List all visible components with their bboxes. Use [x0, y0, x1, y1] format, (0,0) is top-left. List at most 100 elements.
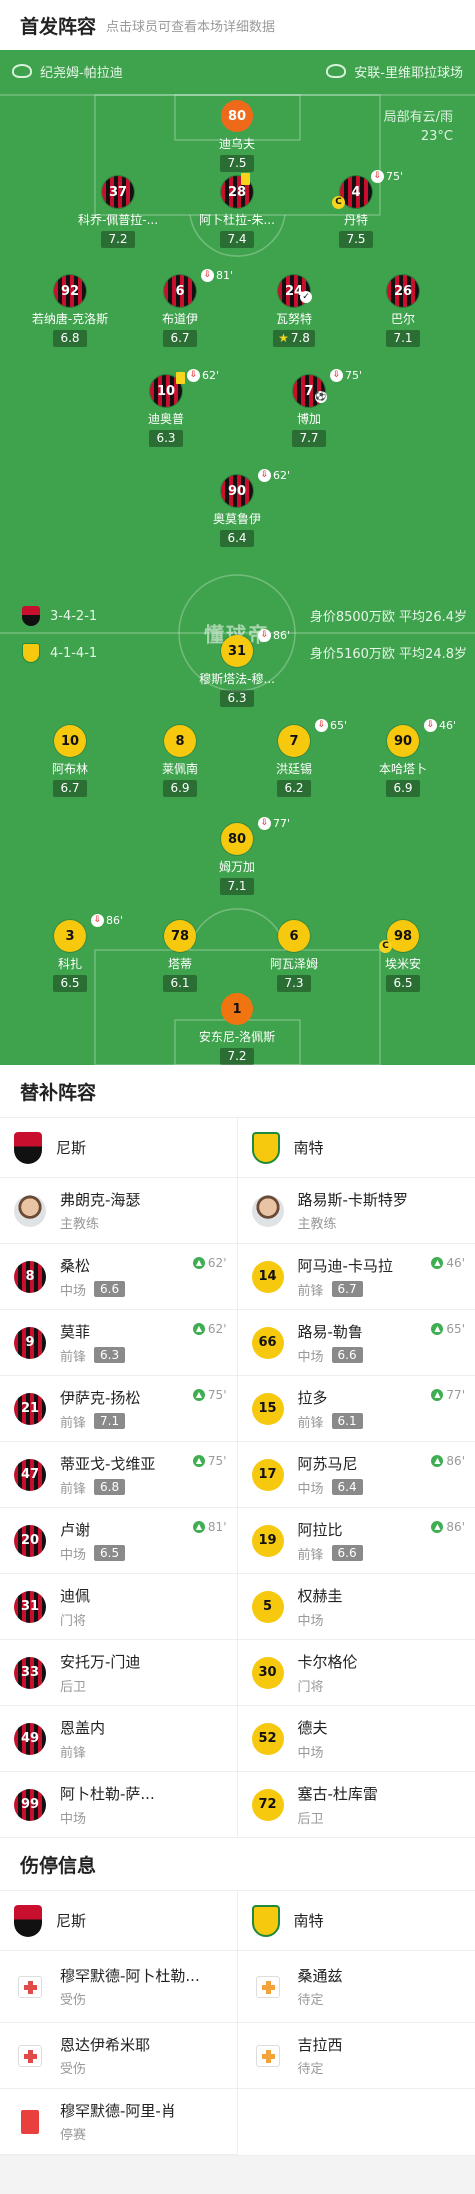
home-coach[interactable]: 弗朗克-海瑟 主教练 — [0, 1178, 237, 1244]
player-name: 桑通兹 — [298, 1965, 343, 1986]
venue-bar: 纪尧姆-帕拉迪 安联-里维耶拉球场 — [0, 50, 475, 92]
home-team-name: 尼斯 — [56, 1137, 86, 1158]
away-player[interactable]: 98C 埃米安 6.5 — [338, 920, 468, 992]
home-team-name: 尼斯 — [56, 1910, 86, 1931]
sub-player-row[interactable]: 72塞古-杜库雷后卫 — [238, 1772, 475, 1838]
player-number: 8 — [164, 725, 196, 757]
sub-player-row[interactable]: 17阿苏马尼中场6.4▲86' — [238, 1442, 475, 1508]
player-position: 中场 — [60, 1808, 86, 1827]
injury-row[interactable]: 穆罕默德-阿卜杜勒...受伤 — [0, 1951, 237, 2023]
player-rating: 6.6 — [332, 1347, 363, 1363]
sub-player-row[interactable]: 99阿卜杜勒-萨...中场 — [0, 1772, 237, 1838]
player-name: 迪奥普 — [101, 410, 231, 427]
sub-player-info: 蒂亚戈-戈维亚前锋6.8 — [60, 1453, 155, 1497]
sub-in-icon: ▲ — [431, 1455, 443, 1467]
away-player[interactable]: 78 塔蒂 6.1 — [115, 920, 245, 992]
player-name: 塔蒂 — [115, 955, 245, 972]
sub-player-row[interactable]: 14阿马迪-卡马拉前锋6.7▲46' — [238, 1244, 475, 1310]
sub-player-row[interactable]: 15拉多前锋6.1▲77' — [238, 1376, 475, 1442]
player-position: 前锋 — [60, 1346, 86, 1365]
sub-player-info: 权赫圭中场 — [298, 1585, 343, 1629]
sub-in-icon: ▲ — [431, 1257, 443, 1269]
player-number: 99 — [14, 1789, 46, 1821]
home-player[interactable]: 7⚽ ⇩75' 博加 7.7 — [244, 375, 374, 447]
sub-in-minute: 62' — [208, 1322, 227, 1336]
sub-player-row[interactable]: 30卡尔格伦门将 — [238, 1640, 475, 1706]
number-text: 10 — [157, 384, 175, 399]
player-position-line: 中场6.6 — [298, 1346, 363, 1365]
player-position: 前锋 — [298, 1544, 324, 1563]
sub-player-row[interactable]: 33安托万-门迪后卫 — [0, 1640, 237, 1706]
sub-in-badge: ▲77' — [431, 1388, 465, 1402]
subs-columns: 尼斯 弗朗克-海瑟 主教练 8桑松中场6.6▲62'9莫菲前锋6.3▲62'21… — [0, 1117, 475, 1838]
player-position-line: 前锋7.1 — [60, 1412, 140, 1431]
injury-icon — [18, 2045, 42, 2067]
sub-in-minute: 81' — [208, 1520, 227, 1534]
sub-in-badge: ▲86' — [431, 1520, 465, 1534]
home-player[interactable]: 6 ⇩81' 布道伊 6.7 — [115, 275, 245, 347]
sub-out-badge: ⇩62' — [187, 369, 219, 382]
player-number: 20 — [14, 1525, 46, 1557]
player-number: 30 — [252, 1657, 284, 1689]
sub-out-icon: ⇩ — [315, 719, 328, 732]
player-name: 莱佩南 — [115, 760, 245, 777]
sub-player-row[interactable]: 19阿拉比前锋6.6▲86' — [238, 1508, 475, 1574]
sub-player-row[interactable]: 20卢谢中场6.5▲81' — [0, 1508, 237, 1574]
player-position-line: 中场 — [298, 1742, 328, 1761]
injury-status: 停赛 — [60, 2124, 176, 2143]
home-player[interactable]: 90 ⇩62' 奥莫鲁伊 6.4 — [172, 475, 302, 547]
home-player[interactable]: 28 阿卜杜拉-朱... 7.4 — [172, 176, 302, 248]
sub-player-row[interactable]: 47蒂亚戈-戈维亚前锋6.8▲75' — [0, 1442, 237, 1508]
player-name: 桑松 — [60, 1255, 125, 1276]
home-player[interactable]: 10 ⇩62' 迪奥普 6.3 — [101, 375, 231, 447]
sub-in-badge: ▲46' — [431, 1256, 465, 1270]
home-player[interactable]: 4C ⇩75' 丹特 7.5 — [291, 176, 421, 248]
player-position-line: 门将 — [60, 1610, 90, 1629]
player-position-line: 前锋6.8 — [60, 1478, 155, 1497]
home-player[interactable]: 26 巴尔 7.1 — [338, 275, 468, 347]
player-number: 8 — [14, 1261, 46, 1293]
injury-row[interactable]: 吉拉西待定 — [238, 2023, 475, 2089]
player-name: 迪佩 — [60, 1585, 90, 1606]
sub-player-row[interactable]: 66路易-勒鲁中场6.6▲65' — [238, 1310, 475, 1376]
footer-spacer — [0, 2155, 475, 2194]
away-player[interactable]: 80 ⇩77' 姆万加 7.1 — [172, 823, 302, 895]
player-name: 穆罕默德-阿里-肖 — [60, 2100, 176, 2121]
injury-status: 受伤 — [60, 1989, 200, 2008]
player-rating: 6.5 — [386, 975, 420, 992]
sub-out-minute: 75' — [386, 170, 403, 183]
sub-player-row[interactable]: 5权赫圭中场 — [238, 1574, 475, 1640]
rating-text: 7.8 — [291, 331, 310, 345]
sub-player-row[interactable]: 8桑松中场6.6▲62' — [0, 1244, 237, 1310]
home-subs-column: 尼斯 弗朗克-海瑟 主教练 8桑松中场6.6▲62'9莫菲前锋6.3▲62'21… — [0, 1118, 238, 1838]
player-number: 7⚽ — [293, 375, 325, 407]
player-number: 6 — [278, 920, 310, 952]
away-player[interactable]: 31 ⇩86' 穆斯塔法-穆... 6.3 — [172, 635, 302, 707]
sub-player-row[interactable]: 21伊萨克-扬松前锋7.1▲75' — [0, 1376, 237, 1442]
sub-in-minute: 86' — [446, 1454, 465, 1468]
injury-row[interactable]: 穆罕默德-阿里-肖停赛 — [0, 2089, 237, 2155]
player-rating: 7.2 — [220, 1048, 254, 1065]
away-coach[interactable]: 路易斯-卡斯特罗 主教练 — [238, 1178, 475, 1244]
sub-player-row[interactable]: 9莫菲前锋6.3▲62' — [0, 1310, 237, 1376]
player-rating: 6.9 — [386, 780, 420, 797]
sub-player-row[interactable]: 49恩盖内前锋 — [0, 1706, 237, 1772]
injury-row[interactable]: 恩达伊希米耶受伤 — [0, 2023, 237, 2089]
away-player[interactable]: 8 莱佩南 6.9 — [115, 725, 245, 797]
sub-in-minute: 75' — [208, 1454, 227, 1468]
injury-row[interactable]: 桑通兹待定 — [238, 1951, 475, 2023]
away-crest-icon — [252, 1905, 280, 1937]
player-name: 阿拉比 — [298, 1519, 363, 1540]
player-name: 吉拉西 — [298, 2034, 343, 2055]
away-player[interactable]: 90 ⇩46' 本哈塔卜 6.9 — [338, 725, 468, 797]
player-number: 15 — [252, 1393, 284, 1425]
player-rating: 7.1 — [94, 1413, 125, 1429]
sub-player-row[interactable]: 31迪佩门将 — [0, 1574, 237, 1640]
away-subs-column: 南特 路易斯-卡斯特罗 主教练 14阿马迪-卡马拉前锋6.7▲46'66路易-勒… — [238, 1118, 475, 1838]
home-player-gk[interactable]: 80 迪乌夫 7.5 — [172, 100, 302, 172]
home-player[interactable]: 37 科乔-佩普拉-... 7.2 — [53, 176, 183, 248]
away-player-gk[interactable]: 1 安东尼-洛佩斯 7.2 — [172, 993, 302, 1065]
injury-info: 穆罕默德-阿里-肖停赛 — [60, 2100, 176, 2143]
sub-player-info: 安托万-门迪后卫 — [60, 1651, 140, 1695]
sub-player-row[interactable]: 52德夫中场 — [238, 1706, 475, 1772]
